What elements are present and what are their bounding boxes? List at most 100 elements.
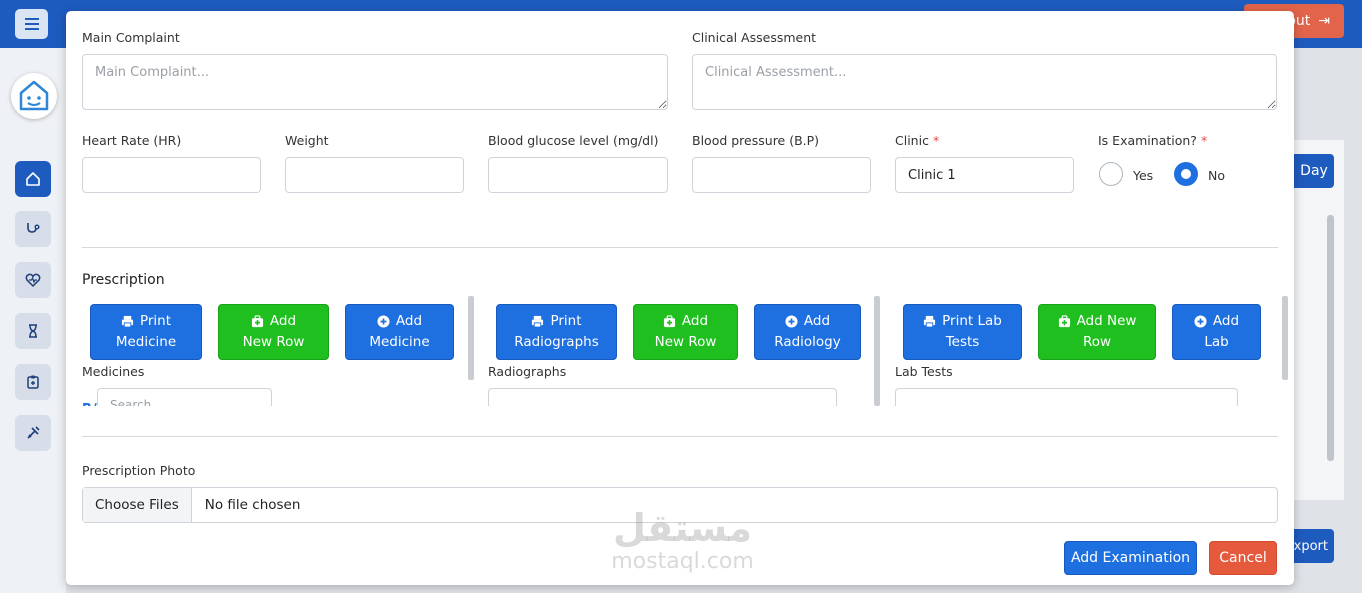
sidebar-item-health[interactable] — [15, 262, 51, 298]
sidebar-item-vaccines[interactable] — [15, 415, 51, 451]
sidebar-item-appointments[interactable] — [15, 313, 51, 349]
printer-icon — [121, 315, 134, 328]
add-lab-line1: Add — [1212, 313, 1240, 329]
print-lab-tests-button[interactable]: Print Lab Tests — [903, 304, 1022, 360]
print-medicine-line2: Medicine — [115, 334, 177, 350]
print-radiographs-button[interactable]: Print Radiographs — [496, 304, 617, 360]
radiograph-add-row-line1: Add — [681, 313, 709, 329]
clinic-label-text: Clinic — [895, 133, 929, 148]
day-label: Day — [1300, 163, 1328, 179]
lab-tests-input[interactable] — [895, 388, 1238, 406]
plus-circle-icon — [1194, 315, 1207, 328]
print-medicine-line1: Print — [139, 313, 172, 329]
blood-pressure-label: Blood pressure (B.P) — [692, 133, 820, 148]
radiograph-add-new-row-button[interactable]: Add New Row — [633, 304, 738, 360]
main-complaint-label: Main Complaint — [82, 30, 180, 45]
blood-glucose-label: Blood glucose level (mg/dl) — [488, 133, 659, 148]
divider — [82, 436, 1278, 437]
clinic-select[interactable]: Clinic 1 — [895, 157, 1074, 193]
is-examination-required-mark: * — [1200, 133, 1208, 148]
add-medicine-line1: Add — [395, 313, 423, 329]
add-radiology-line1: Add — [803, 313, 831, 329]
add-radiology-button[interactable]: Add Radiology — [754, 304, 861, 360]
stethoscope-icon — [27, 223, 40, 233]
printer-icon — [924, 315, 936, 328]
main-complaint-textarea[interactable] — [82, 54, 668, 110]
home-icon — [26, 172, 40, 186]
day-view-button[interactable]: Day — [1294, 154, 1334, 188]
choose-files-button[interactable]: Choose Files — [83, 488, 192, 522]
heart-pulse-icon — [25, 273, 41, 288]
medicines-panel-scrollbar[interactable] — [468, 296, 474, 380]
add-examination-modal: Main Complaint Clinical Assessment Heart… — [66, 11, 1294, 585]
print-radiographs-line2: Radiographs — [514, 334, 599, 350]
radiographs-input[interactable] — [488, 388, 837, 406]
sidebar-item-examinations[interactable] — [15, 211, 51, 247]
is-examination-no-label: No — [1208, 168, 1225, 183]
is-examination-no-radio[interactable] — [1174, 162, 1198, 186]
is-examination-yes-radio[interactable] — [1099, 162, 1123, 186]
add-examination-button[interactable]: Add Examination — [1064, 541, 1197, 575]
medicine-search-input[interactable]: Search... — [97, 388, 272, 406]
cancel-button[interactable]: Cancel — [1209, 541, 1277, 575]
is-examination-label-text: Is Examination? — [1098, 133, 1197, 148]
medicine-search-placeholder: Search... — [110, 398, 163, 406]
add-lab-button[interactable]: Add Lab — [1172, 304, 1261, 360]
printer-icon — [532, 315, 544, 328]
medkit-icon — [1058, 315, 1070, 328]
background-scrollbar[interactable] — [1327, 215, 1334, 461]
logout-icon: ⇥ — [1318, 13, 1330, 29]
rx-icon: R/ — [82, 397, 97, 406]
lab-add-row-line1: Add New — [1076, 313, 1137, 329]
add-lab-line2: Lab — [1204, 334, 1229, 350]
medicines-label: Medicines — [82, 364, 145, 379]
medicine-add-new-row-button[interactable]: Add New Row — [218, 304, 329, 360]
weight-input[interactable] — [285, 157, 464, 193]
add-medicine-button[interactable]: Add Medicine — [345, 304, 454, 360]
lab-add-new-row-button[interactable]: Add New Row — [1038, 304, 1156, 360]
blood-glucose-input[interactable] — [488, 157, 668, 193]
prescription-photo-label: Prescription Photo — [82, 463, 196, 478]
file-status-text: No file chosen — [204, 497, 301, 513]
clinic-label: Clinic * — [895, 133, 939, 148]
export-label: Export — [1294, 538, 1328, 554]
medkit-icon — [663, 315, 675, 328]
baby-face-logo-icon — [19, 80, 49, 111]
background-card — [1294, 140, 1344, 500]
print-lab-tests-line1: Print Lab — [942, 313, 1002, 329]
clipboard-icon — [27, 375, 39, 389]
print-radiographs-line1: Print — [550, 313, 582, 329]
plus-circle-icon — [377, 315, 390, 328]
watermark: مستقل mostaql.com — [600, 505, 765, 573]
medicine-add-row-line2: New Row — [242, 334, 305, 350]
print-lab-tests-line2: Tests — [945, 334, 980, 350]
syringe-icon — [27, 426, 40, 439]
lab-add-row-line2: Row — [1082, 334, 1112, 350]
clinic-required-mark: * — [932, 133, 940, 148]
heart-rate-input[interactable] — [82, 157, 261, 193]
add-radiology-line2: Radiology — [774, 334, 841, 350]
app-logo — [11, 73, 57, 119]
print-medicine-button[interactable]: Print Medicine — [90, 304, 202, 360]
hourglass-icon — [29, 324, 37, 338]
lab-tests-panel-scrollbar[interactable] — [1282, 296, 1288, 380]
medkit-icon — [251, 315, 263, 328]
sidebar-item-home[interactable] — [15, 161, 51, 197]
weight-label: Weight — [285, 133, 329, 148]
hamburger-icon — [24, 18, 39, 30]
heart-rate-label: Heart Rate (HR) — [82, 133, 182, 148]
plus-circle-icon — [785, 315, 798, 328]
radiographs-label: Radiographs — [488, 364, 567, 379]
add-medicine-line2: Medicine — [369, 334, 430, 350]
is-examination-yes-label: Yes — [1133, 168, 1154, 183]
medicine-add-row-line1: Add — [269, 313, 297, 329]
watermark-arabic: مستقل — [613, 506, 752, 550]
radiograph-add-row-line2: New Row — [654, 334, 717, 350]
export-button[interactable]: Export — [1294, 529, 1334, 563]
clinical-assessment-textarea[interactable] — [692, 54, 1277, 110]
radiographs-panel-scrollbar[interactable] — [874, 296, 880, 406]
prescription-title: Prescription — [82, 272, 165, 288]
menu-toggle-button[interactable] — [15, 9, 48, 39]
sidebar-item-reports[interactable] — [15, 364, 51, 400]
blood-pressure-input[interactable] — [692, 157, 871, 193]
